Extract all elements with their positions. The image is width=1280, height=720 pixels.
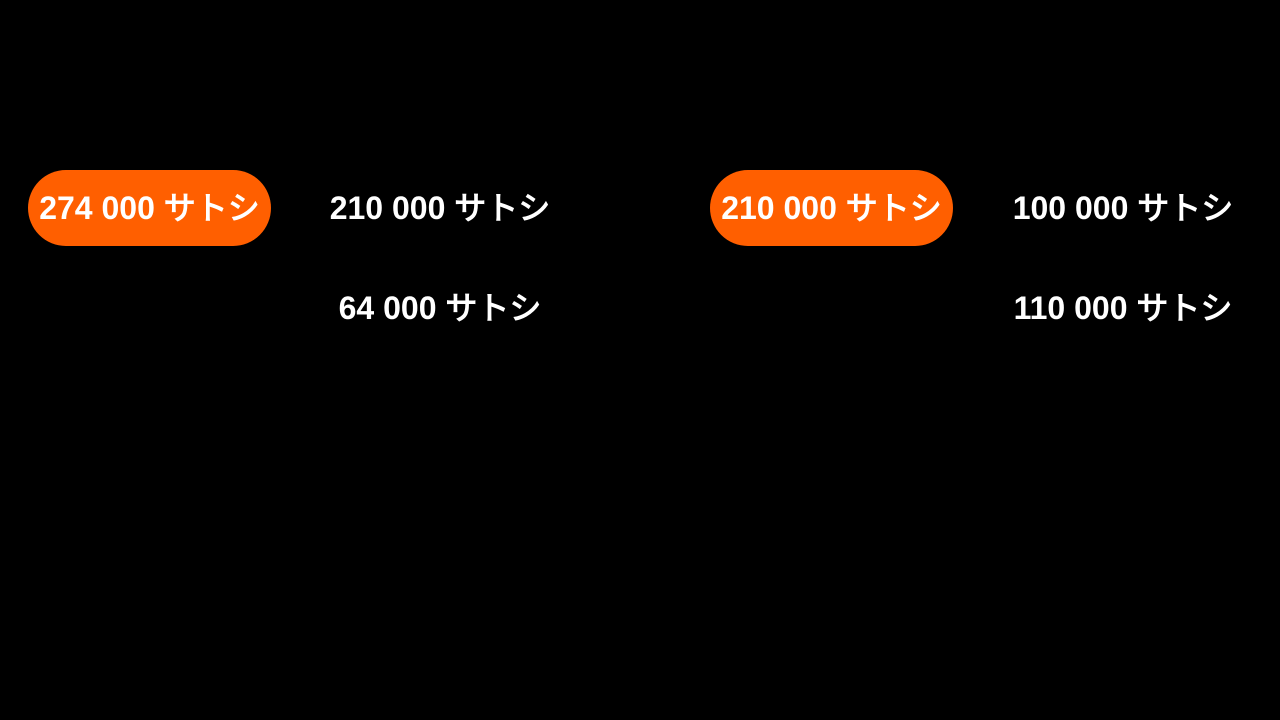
left-output-amount-2: 64 000 サトシ [338, 290, 542, 326]
right-input-amount: 210 000 サトシ [710, 170, 953, 246]
left-input-amount: 274 000 サトシ [28, 170, 271, 246]
left-output-amount-1: 210 000 サトシ [329, 190, 551, 226]
transaction-diagram: 274 000 サトシ 210 000 サトシ 64 000 サトシ 210 0… [0, 0, 1280, 720]
right-output-amount-2: 110 000 サトシ [1013, 290, 1233, 326]
right-output-amount-1: 100 000 サトシ [1012, 190, 1234, 226]
